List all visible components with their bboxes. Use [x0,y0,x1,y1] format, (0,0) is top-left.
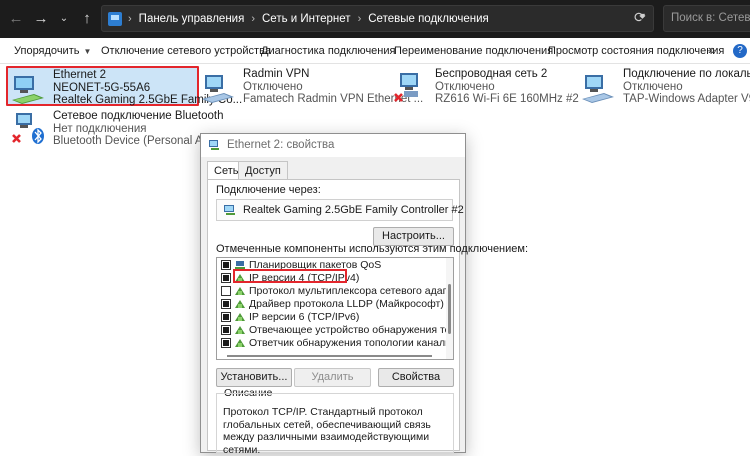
vertical-scrollbar[interactable] [446,258,453,359]
forward-arrow-icon[interactable]: → [31,9,51,29]
protocol-icon [235,339,245,347]
component-label: Протокол мультиплексора сетевого адаптер… [249,285,453,297]
breadcrumb-separator-icon[interactable]: › [251,13,255,25]
network-adapter-icon [582,75,614,103]
list-item[interactable]: Ответчик обнаружения топологии канальног… [217,337,453,350]
diagnose-button[interactable]: Диагностика подключения [261,45,395,57]
checkbox[interactable] [221,260,231,270]
breadcrumb-separator-icon[interactable]: › [128,13,132,25]
checkbox[interactable] [221,286,231,296]
breadcrumb[interactable]: › Панель управления › Сеть и Интернет › … [101,5,654,32]
connection-name: Беспроводная сеть 2 [435,68,548,80]
description-group: Протокол TCP/IP. Стандартный протокол гл… [216,393,454,456]
list-item[interactable]: Драйвер протокола LLDP (Майкрософт) [217,298,447,311]
connection-bluetooth[interactable]: Сетевое подключение Bluetooth Нет подклю… [8,109,232,149]
scrollbar-thumb[interactable] [448,284,451,334]
network-adapter-icon [209,140,219,150]
adapter-field: Realtek Gaming 2.5GbE Family Controller … [216,199,464,221]
connection-status: Отключено [623,80,683,93]
protocol-icon [235,287,245,295]
list-item[interactable]: IP версии 6 (TCP/IPv6) [217,311,447,324]
component-label: Ответчик обнаружения топологии канальног… [249,337,453,349]
breadcrumb-network-connections[interactable]: Сетевые подключения [368,13,489,25]
tab-panel-network: Подключение через: Realtek Gaming 2.5GbE… [207,179,528,456]
recent-locations-chevron-icon[interactable]: ⌄ [54,9,74,29]
ipv4-highlight-box [233,269,347,283]
network-adapter-icon [224,205,235,215]
bluetooth-disconnected-icon [12,113,44,144]
connection-name: Подключение по локальной се [623,68,750,80]
up-arrow-icon[interactable]: ↑ [77,9,97,29]
chevron-down-icon: ▼ [83,47,92,56]
wifi-adapter-disconnected-icon [394,73,418,102]
checkbox[interactable] [221,325,231,335]
more-commands-button[interactable]: » [708,42,715,57]
checkbox[interactable] [221,273,231,283]
connection-name: Сетевое подключение Bluetooth [53,110,224,122]
component-label: Отвечающее устройство обнаружения тополо… [249,324,453,336]
back-arrow-icon[interactable]: ← [6,9,26,29]
scrollbar-thumb[interactable] [227,355,432,357]
description-text: Протокол TCP/IP. Стандартный протокол гл… [223,406,431,456]
connection-status: Отключено [435,80,495,93]
uninstall-button: Удалить [294,368,371,387]
organize-button[interactable]: Упорядочить ▼ [14,45,91,57]
connection-device: RZ616 Wi-Fi 6E 160MHz #2 [435,93,579,105]
checkbox[interactable] [221,312,231,322]
command-bar: Упорядочить ▼ Отключение сетевого устройс… [0,38,750,64]
components-label: Отмеченные компоненты используются этим … [216,243,529,255]
dialog-title-bar: Ethernet 2: свойства [201,134,465,157]
rename-button[interactable]: Переименование подключения [394,45,553,57]
breadcrumb-network-internet[interactable]: Сеть и Интернет [262,13,351,25]
horizontal-scrollbar[interactable] [217,352,448,359]
adapter-name: Realtek Gaming 2.5GbE Family Controller … [243,204,464,216]
protocol-icon [235,313,245,321]
address-bar: ← → ⌄ ↑ › Панель управления › Сеть и Инт… [0,0,750,38]
breadcrumb-control-panel[interactable]: Панель управления [139,13,245,25]
connection-radmin-vpn[interactable]: Radmin VPN Отключено Famatech Radmin VPN… [198,67,423,107]
control-panel-icon [108,11,122,26]
checkbox[interactable] [221,299,231,309]
view-status-button[interactable]: Просмотр состояния подключения [548,45,724,57]
component-label: Драйвер протокола LLDP (Майкрософт) [249,298,444,310]
connection-device: TAP-Windows Adapter V9 [623,93,750,105]
disable-device-button[interactable]: Отключение сетевого устройства [101,45,271,57]
protocol-icon [235,326,245,334]
checkbox[interactable] [221,338,231,348]
help-icon[interactable]: ? [733,44,747,58]
breadcrumb-separator-icon[interactable]: › [358,13,362,25]
properties-dialog: Ethernet 2: свойства Сеть Доступ Подключ… [200,133,528,456]
properties-button[interactable]: Свойства [378,368,454,387]
connection-ethernet-2[interactable]: Ethernet 2 NEONET-5G-55A6 Realtek Gaming… [6,66,242,106]
network-adapter-icon [202,75,234,103]
install-button[interactable]: Установить... [216,368,292,387]
connection-wireless-2[interactable]: Беспроводная сеть 2 Отключено RZ616 Wi-F… [390,67,580,107]
connect-using-label: Подключение через: [216,184,321,196]
organize-label: Упорядочить [14,45,80,57]
tab-sharing[interactable]: Доступ [238,161,288,180]
list-item[interactable]: Отвечающее устройство обнаружения тополо… [217,324,453,337]
list-item[interactable]: Протокол мультиплексора сетевого адаптер… [217,285,453,298]
connection-local-area[interactable]: Подключение по локальной се Отключено TA… [578,67,750,107]
component-label: IP версии 6 (TCP/IPv6) [249,311,360,323]
protocol-icon [235,300,245,308]
ethernet-adapter-icon [12,76,44,104]
dialog-title: Ethernet 2: свойства [227,139,335,151]
search-input[interactable]: Поиск в: Сетевые подк [663,5,750,32]
refresh-icon[interactable]: ⟳ [634,9,646,26]
